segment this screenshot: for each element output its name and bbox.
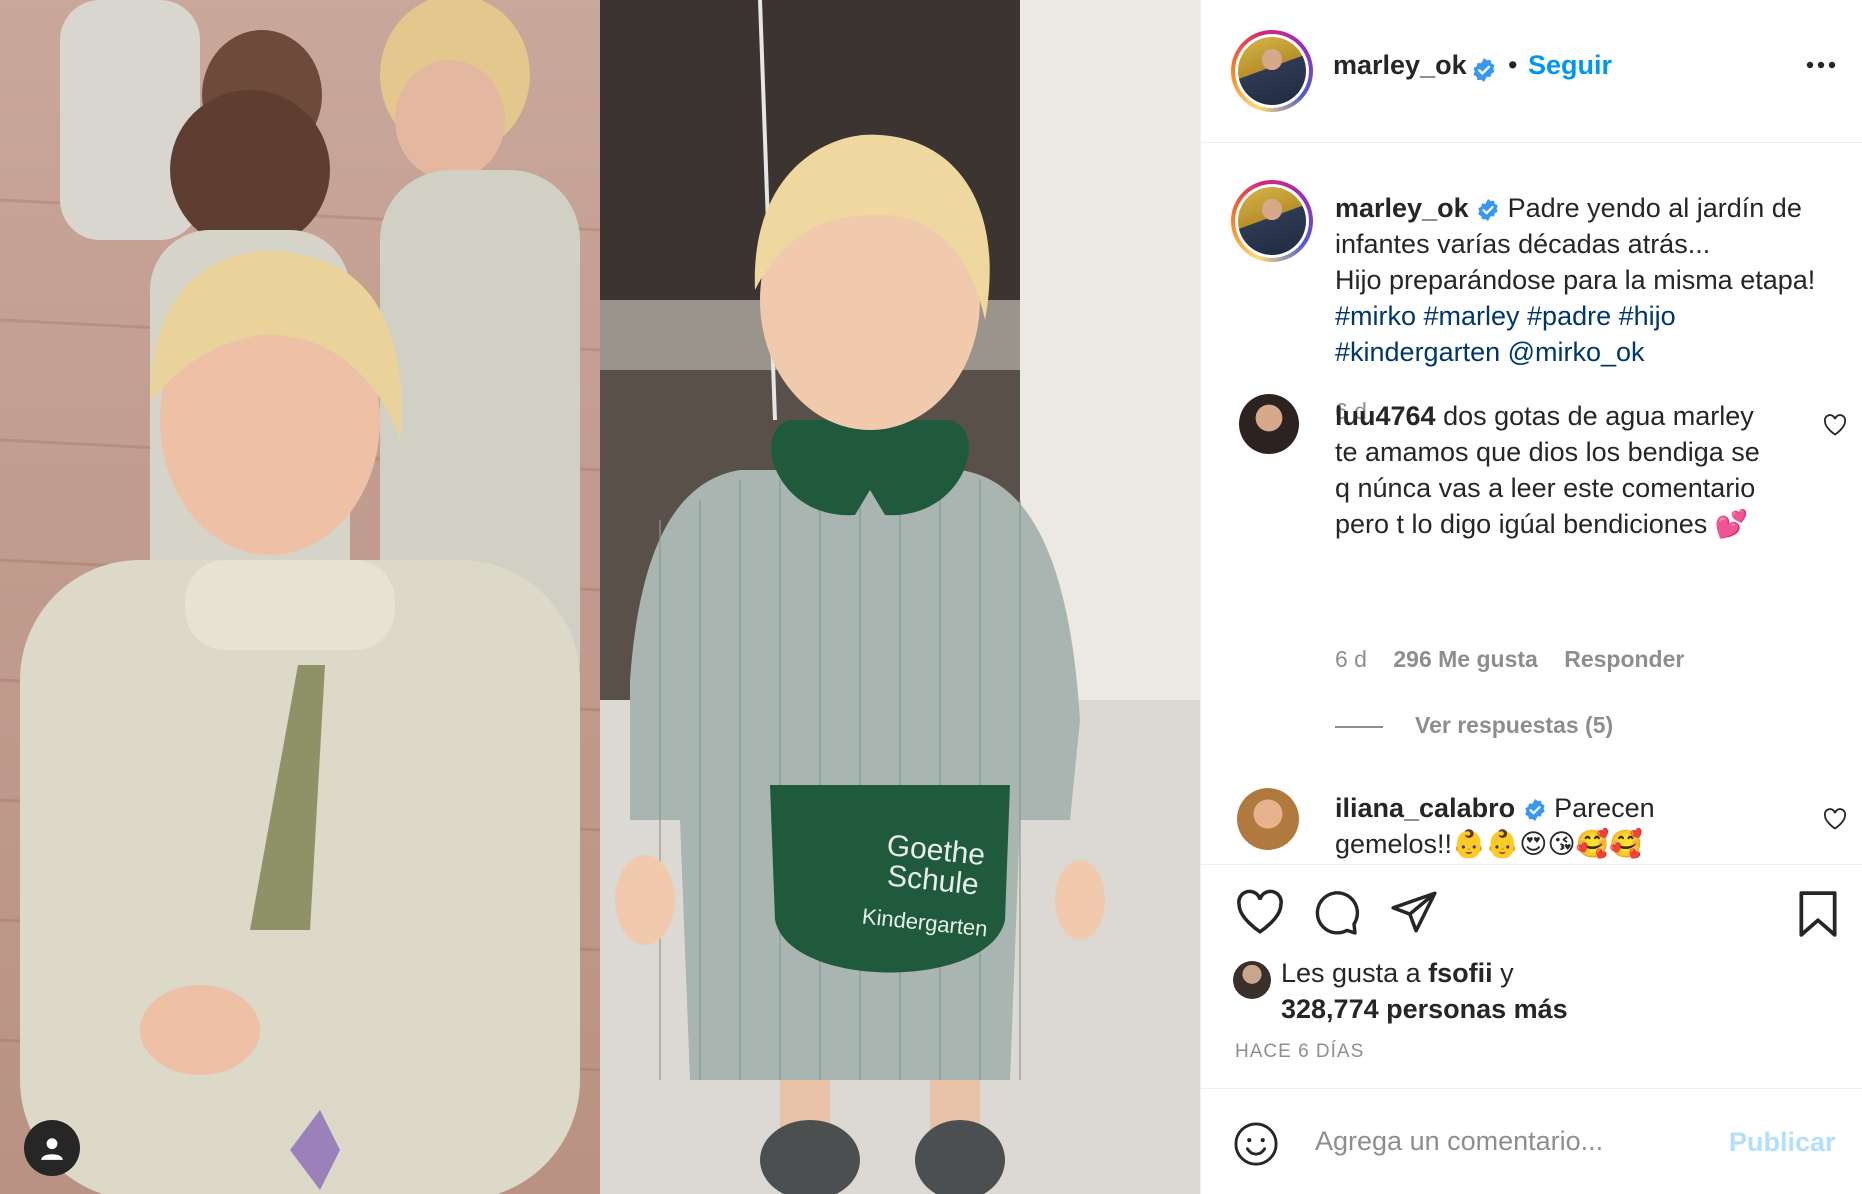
comment-avatar-luu4764[interactable]	[1239, 394, 1299, 454]
user-icon	[41, 1138, 63, 1160]
author-username[interactable]: marley_ok	[1333, 50, 1467, 80]
post-date[interactable]: HACE 6 DÍAS	[1235, 1041, 1364, 1063]
caption: marley_ok Padre yendo al jardín de infan…	[1335, 190, 1815, 370]
modern-photo-pane: Goethe Schule Kindergarten	[600, 0, 1200, 1194]
likes-prefix: Les gusta a	[1281, 958, 1429, 988]
comment-text-line: dos gotas de agua marley	[1443, 401, 1754, 431]
share-direct-icon[interactable]	[1389, 889, 1439, 935]
likes-text: Les gusta a fsofii y	[1281, 955, 1514, 991]
author-avatar[interactable]	[1231, 30, 1313, 112]
comment-username[interactable]: luu4764	[1335, 401, 1436, 431]
tagged-users-button[interactable]	[24, 1120, 80, 1176]
view-replies-button[interactable]: Ver respuestas (5)	[1415, 712, 1613, 739]
comment-input[interactable]	[1315, 1117, 1715, 1165]
comment-text-line: te amamos que dios los bendiga se	[1335, 437, 1760, 467]
comment-meta: 6 d 296 Me gusta Responder	[1335, 646, 1684, 673]
vintage-photo-pane	[0, 0, 600, 1194]
comment-text-line: Parecen	[1554, 793, 1655, 823]
caption-line-2: infantes varías décadas atrás...	[1335, 229, 1711, 259]
comment-bubble-icon[interactable]	[1313, 889, 1361, 937]
like-heart-icon[interactable]	[1235, 889, 1285, 935]
emoji-smiley-icon[interactable]	[1233, 1121, 1279, 1167]
comment-text-line: gemelos!!👶👶😍😘🥰🥰	[1335, 829, 1643, 859]
verified-badge-icon	[1524, 798, 1545, 821]
comment-time[interactable]: 6 d	[1335, 646, 1367, 672]
more-options-icon[interactable]	[1806, 60, 1836, 70]
comment-username[interactable]: iliana_calabro	[1335, 793, 1515, 823]
save-bookmark-icon[interactable]	[1797, 889, 1839, 939]
post-actions: Les gusta a fsofii y 328,774 personas má…	[1201, 864, 1862, 1088]
vintage-photo-illustration	[0, 0, 600, 1194]
reply-button[interactable]: Responder	[1564, 646, 1684, 672]
header-separator: •	[1508, 50, 1518, 80]
caption-avatar[interactable]	[1231, 180, 1313, 262]
comment-text-line: q núnca vas a leer este comentario	[1335, 473, 1756, 503]
follow-button[interactable]: Seguir	[1528, 50, 1612, 81]
comment-iliana_calabro: iliana_calabro Parecen gemelos!!👶👶😍😘🥰🥰	[1335, 790, 1655, 862]
liker-avatar[interactable]	[1233, 961, 1271, 999]
modern-photo-illustration: Goethe Schule Kindergarten	[600, 0, 1200, 1194]
comment-like-heart-icon[interactable]	[1823, 808, 1847, 830]
post-side-panel: marley_ok • Seguir marley_ok Padre yendo…	[1200, 0, 1862, 1194]
verified-badge-icon	[1473, 57, 1495, 82]
comment-luu4764: luu4764 dos gotas de agua marley te amam…	[1335, 398, 1760, 542]
replies-divider	[1335, 726, 1383, 728]
caption-hashtags-2[interactable]: #kindergarten @mirko_ok	[1335, 334, 1815, 370]
publish-button[interactable]: Publicar	[1729, 1127, 1836, 1158]
post-image[interactable]: Goethe Schule Kindergarten	[0, 0, 1200, 1194]
add-comment-bar: Publicar	[1201, 1088, 1862, 1194]
caption-hashtags-1[interactable]: #mirko #marley #padre #hijo	[1335, 298, 1815, 334]
comments-section[interactable]: marley_ok Padre yendo al jardín de infan…	[1201, 144, 1862, 864]
comment-text-line: pero t lo digo igúal bendiciones 💕	[1335, 509, 1749, 539]
comment-avatar-iliana_calabro[interactable]	[1237, 788, 1299, 850]
comment-likes-count[interactable]: 296 Me gusta	[1393, 646, 1537, 672]
comment-like-heart-icon[interactable]	[1823, 414, 1847, 436]
verified-badge-icon	[1478, 198, 1498, 221]
post-header: marley_ok • Seguir	[1201, 0, 1862, 143]
caption-line-3: Hijo preparándose para la misma etapa!	[1335, 265, 1816, 295]
likes-count[interactable]: 328,774 personas más	[1281, 991, 1568, 1027]
caption-username[interactable]: marley_ok	[1335, 193, 1469, 223]
liker-username[interactable]: fsofii	[1428, 958, 1493, 988]
caption-line-1: Padre yendo al jardín de	[1507, 193, 1802, 223]
likes-suffix: y	[1492, 958, 1514, 988]
